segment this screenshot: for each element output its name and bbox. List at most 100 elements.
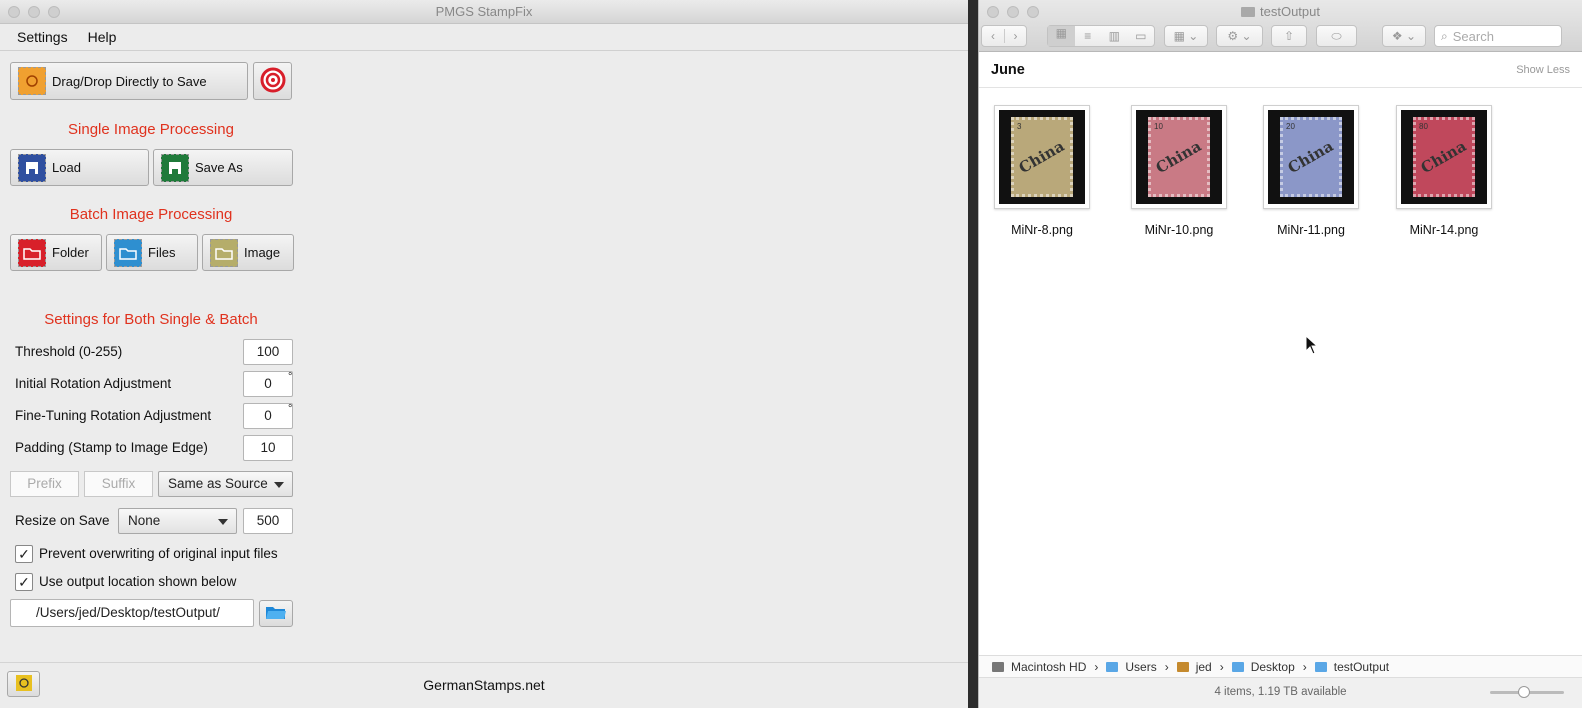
- rotation-label: Initial Rotation Adjustment: [15, 376, 172, 391]
- view-mode-switcher[interactable]: ▦ ≡ ▥ ▭: [1047, 25, 1155, 47]
- image-label: Image: [244, 245, 281, 260]
- finder-status-text: 4 items, 1.19 TB available: [1214, 686, 1347, 698]
- share-icon: ⇧: [1283, 29, 1295, 43]
- icon-size-slider[interactable]: [1490, 686, 1564, 698]
- target-button[interactable]: [253, 62, 292, 100]
- use-output-label: Use output location shown below: [39, 574, 237, 589]
- naming-select[interactable]: Same as Source: [158, 471, 293, 497]
- group-button[interactable]: ▦ ⌄: [1164, 25, 1208, 47]
- suffix-input[interactable]: Suffix: [84, 471, 153, 497]
- output-path-field[interactable]: /Users/jed/Desktop/testOutput/: [10, 599, 254, 627]
- section-title: June: [991, 61, 1025, 78]
- path-segment[interactable]: Desktop: [1251, 660, 1295, 674]
- path-segment[interactable]: jed: [1196, 660, 1212, 674]
- threshold-label: Threshold (0-255): [15, 344, 123, 359]
- stamp-image: 20 China: [1280, 117, 1342, 197]
- path-segment[interactable]: testOutput: [1334, 660, 1389, 674]
- path-segment[interactable]: Macintosh HD: [1011, 660, 1086, 674]
- padding-field[interactable]: 10: [243, 435, 293, 461]
- stamp-image: 10 China: [1148, 117, 1210, 197]
- folder-button[interactable]: Folder: [10, 234, 102, 271]
- mouse-cursor-icon: [1305, 335, 1319, 355]
- use-output-checkbox[interactable]: ✓: [15, 573, 33, 591]
- files-label: Files: [148, 245, 176, 260]
- path-segment[interactable]: Users: [1125, 660, 1156, 674]
- prefix-input[interactable]: Prefix: [10, 471, 79, 497]
- thumbnail-background: 10 China: [1136, 110, 1222, 204]
- folder-icon: [1241, 7, 1255, 17]
- action-button[interactable]: ⚙ ⌄: [1216, 25, 1263, 47]
- file-thumbnail[interactable]: 20 China: [1263, 105, 1359, 209]
- stamp-drag-icon: [18, 67, 46, 95]
- resize-select[interactable]: None: [118, 508, 237, 534]
- column-view-icon[interactable]: ▥: [1101, 29, 1128, 43]
- degree-symbol: °: [288, 403, 293, 415]
- menu-help[interactable]: Help: [81, 29, 124, 45]
- search-field[interactable]: ⌕ Search: [1434, 25, 1562, 47]
- back-forward-buttons[interactable]: ‹ ›: [981, 25, 1027, 47]
- minimize-button[interactable]: [28, 6, 40, 18]
- tag-icon: ⬭: [1331, 28, 1342, 43]
- gallery-view-icon[interactable]: ▭: [1128, 29, 1155, 43]
- rotation-field[interactable]: 0: [243, 371, 293, 397]
- list-view-icon[interactable]: ≡: [1075, 29, 1102, 43]
- files-button[interactable]: Files: [106, 234, 198, 271]
- dropbox-icon: ❖ ⌄: [1391, 29, 1417, 43]
- resize-field[interactable]: 500: [243, 508, 293, 534]
- thumbnail-background: 3 China: [999, 110, 1085, 204]
- threshold-field[interactable]: 100: [243, 339, 293, 365]
- stamp-overprint: China: [1285, 136, 1337, 178]
- file-name[interactable]: MiNr-10.png: [1114, 223, 1244, 237]
- zoom-button[interactable]: [48, 6, 60, 18]
- save-disk-icon: [18, 153, 46, 182]
- chevron-right-icon[interactable]: ›: [1003, 29, 1026, 43]
- finder-title-text: testOutput: [1260, 4, 1320, 19]
- padding-label: Padding (Stamp to Image Edge): [15, 440, 208, 455]
- image-button[interactable]: Image: [202, 234, 294, 271]
- show-less-link[interactable]: Show Less: [1516, 64, 1570, 76]
- stamp-denomination: 10: [1154, 122, 1163, 131]
- load-label: Load: [52, 160, 81, 175]
- hard-drive-icon: [992, 661, 1004, 672]
- file-name[interactable]: MiNr-14.png: [1379, 223, 1509, 237]
- finetune-field[interactable]: 0: [243, 403, 293, 429]
- prevent-overwrite-checkbox[interactable]: ✓: [15, 545, 33, 563]
- path-separator: ›: [1164, 659, 1169, 674]
- footer-text: GermanStamps.net: [423, 677, 545, 693]
- file-thumbnail[interactable]: 3 China: [994, 105, 1090, 209]
- file-thumbnail[interactable]: 10 China: [1131, 105, 1227, 209]
- file-name[interactable]: MiNr-11.png: [1246, 223, 1376, 237]
- app-titlebar: PMGS StampFix: [0, 0, 968, 24]
- dropbox-button[interactable]: ❖ ⌄: [1382, 25, 1426, 47]
- stamp-denomination: 3: [1017, 122, 1022, 131]
- dragdrop-button[interactable]: Drag/Drop Directly to Save: [10, 62, 248, 100]
- stamp-image: 3 China: [1011, 117, 1073, 197]
- menu-settings[interactable]: Settings: [10, 29, 75, 45]
- finder-section-header: June Show Less: [979, 52, 1582, 88]
- window-controls[interactable]: [8, 6, 60, 18]
- saveas-button[interactable]: Save As: [153, 149, 293, 186]
- folder-icon: [114, 238, 142, 267]
- chevron-left-icon[interactable]: ‹: [982, 29, 1004, 43]
- load-button[interactable]: Load: [10, 149, 149, 186]
- chevron-down-icon: [274, 482, 284, 488]
- search-icon: ⌕: [1441, 28, 1448, 43]
- browse-folder-button[interactable]: [259, 600, 293, 627]
- folder-icon: [265, 604, 287, 623]
- share-button[interactable]: ⇧: [1271, 25, 1307, 47]
- finder-window: testOutput ‹ › ▦ ≡ ▥ ▭ ▦ ⌄ ⚙ ⌄ ⇧ ⬭ ❖ ⌄ ⌕ S…: [978, 0, 1582, 708]
- search-placeholder: Search: [1452, 28, 1494, 44]
- naming-select-value: Same as Source: [168, 476, 268, 491]
- file-thumbnail[interactable]: 80 China: [1396, 105, 1492, 209]
- path-separator: ›: [1302, 659, 1307, 674]
- prevent-overwrite-label: Prevent overwriting of original input fi…: [39, 546, 278, 561]
- file-name[interactable]: MiNr-8.png: [979, 223, 1107, 237]
- slider-knob[interactable]: [1518, 686, 1530, 698]
- folder-icon: [1106, 661, 1119, 672]
- close-button[interactable]: [8, 6, 20, 18]
- tag-button[interactable]: ⬭: [1316, 25, 1357, 47]
- icon-view-icon[interactable]: ▦: [1048, 26, 1075, 46]
- finder-pathbar: Macintosh HD › Users › jed › Desktop › testOutpu…: [979, 655, 1582, 677]
- degree-symbol: °: [288, 371, 293, 383]
- chevron-down-icon: [218, 519, 228, 525]
